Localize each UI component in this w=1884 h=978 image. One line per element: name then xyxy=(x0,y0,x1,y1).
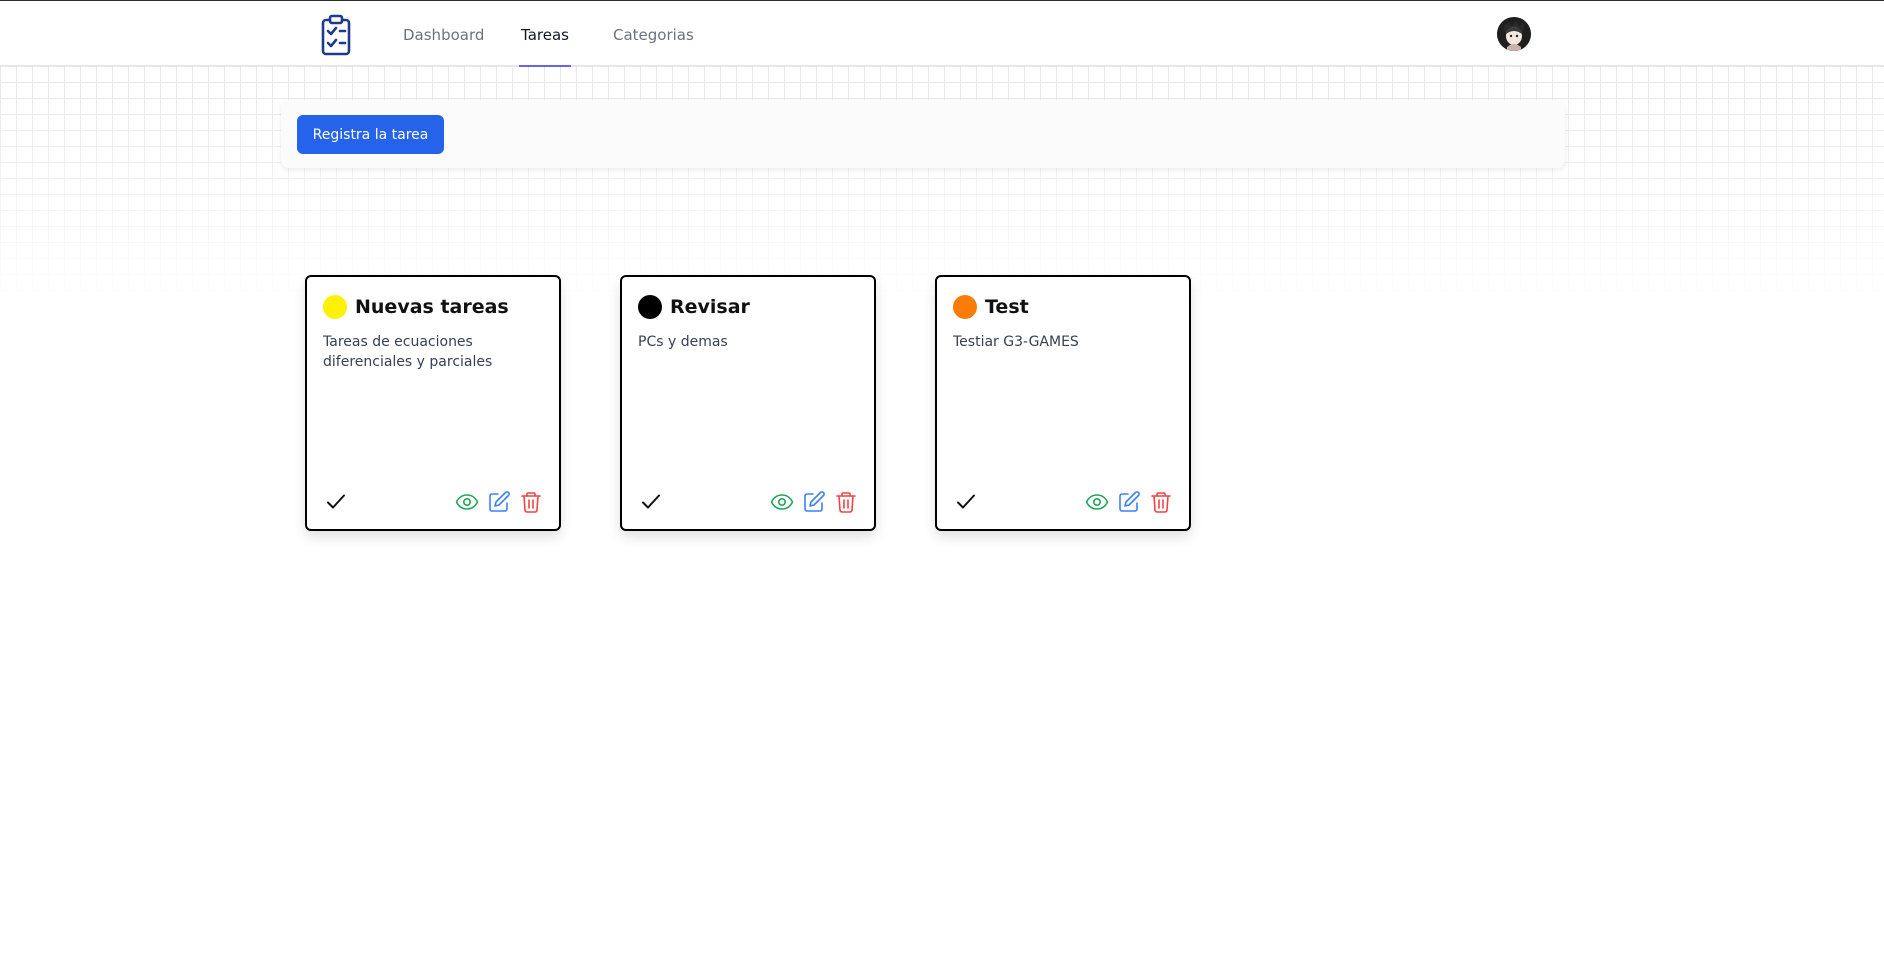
task-title: Test xyxy=(985,296,1029,318)
task-description: Tareas de ecuaciones diferenciales y par… xyxy=(323,334,493,370)
card-actions xyxy=(455,489,543,515)
card-actions xyxy=(770,489,858,515)
nav-link-categorias[interactable]: Categorias xyxy=(613,1,694,66)
category-color-dot xyxy=(638,295,662,319)
card-actions xyxy=(1085,489,1173,515)
task-card: Revisar PCs y demas xyxy=(620,275,876,531)
task-title: Nuevas tareas xyxy=(355,296,509,318)
edit-icon[interactable] xyxy=(802,489,826,515)
card-header: Revisar xyxy=(638,295,750,319)
task-description: Testiar G3-GAMES xyxy=(953,334,1079,350)
edit-icon[interactable] xyxy=(487,489,511,515)
task-card: Test Testiar G3-GAMES xyxy=(935,275,1191,531)
card-footer xyxy=(638,489,858,515)
nav-link-dashboard[interactable]: Dashboard xyxy=(403,1,484,66)
avatar[interactable] xyxy=(1497,17,1531,51)
check-icon[interactable] xyxy=(953,489,979,515)
eye-icon[interactable] xyxy=(770,489,794,515)
register-task-button[interactable]: Registra la tarea xyxy=(297,115,444,154)
eye-icon[interactable] xyxy=(1085,489,1109,515)
trash-icon[interactable] xyxy=(1149,489,1173,515)
task-title: Revisar xyxy=(670,296,750,318)
check-icon[interactable] xyxy=(323,489,349,515)
edit-icon[interactable] xyxy=(1117,489,1141,515)
card-header: Test xyxy=(953,295,1029,319)
toolbar-panel: Registra la tarea xyxy=(281,100,1565,168)
task-description: PCs y demas xyxy=(638,334,728,350)
category-color-dot xyxy=(953,295,977,319)
card-footer xyxy=(953,489,1173,515)
nav-link-tareas[interactable]: Tareas xyxy=(519,1,571,67)
task-card: Nuevas tareas Tareas de ecuaciones difer… xyxy=(305,275,561,531)
category-color-dot xyxy=(323,295,347,319)
eye-icon[interactable] xyxy=(455,489,479,515)
navbar: Dashboard Tareas Categorias xyxy=(0,0,1884,67)
card-header: Nuevas tareas xyxy=(323,295,509,319)
check-icon[interactable] xyxy=(638,489,664,515)
trash-icon[interactable] xyxy=(834,489,858,515)
clipboard-check-icon[interactable] xyxy=(320,14,352,56)
trash-icon[interactable] xyxy=(519,489,543,515)
card-footer xyxy=(323,489,543,515)
